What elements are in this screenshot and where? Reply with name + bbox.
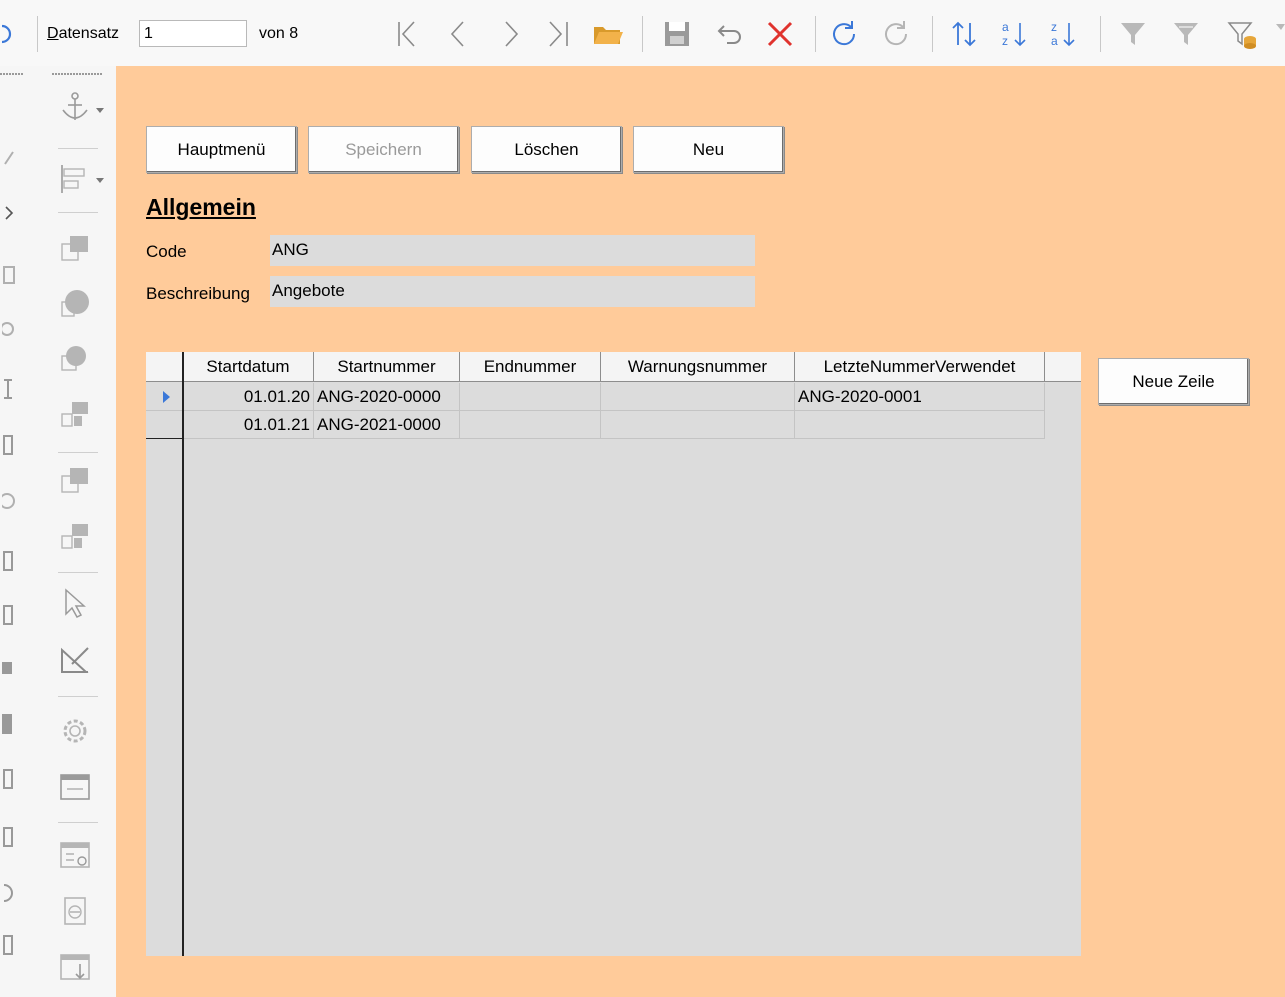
new-record-folder-icon[interactable] bbox=[592, 18, 624, 50]
grid-header: Startdatum Startnummer Endnummer Warnung… bbox=[146, 352, 1081, 383]
previous-record-icon[interactable] bbox=[443, 18, 475, 50]
last-record-icon[interactable] bbox=[542, 18, 574, 50]
anchor-icon[interactable] bbox=[58, 90, 92, 124]
bring-to-front-icon[interactable] bbox=[58, 232, 92, 266]
edge-text-icon[interactable] bbox=[2, 378, 16, 400]
svg-text:a: a bbox=[1051, 34, 1058, 48]
refresh-control-icon[interactable] bbox=[880, 18, 912, 50]
grid-cell[interactable] bbox=[601, 383, 795, 411]
record-label-text: atensatz bbox=[58, 25, 120, 42]
code-label: Code bbox=[146, 242, 187, 261]
grid-cell[interactable] bbox=[460, 411, 601, 439]
undo-icon[interactable] bbox=[713, 18, 745, 50]
toolbar-grip-icon bbox=[52, 73, 102, 75]
grid-cell[interactable] bbox=[795, 411, 1045, 439]
control-properties-gear-icon[interactable] bbox=[58, 714, 92, 748]
svg-text:a: a bbox=[1002, 20, 1009, 34]
next-record-icon[interactable] bbox=[494, 18, 526, 50]
sort-ascending-icon[interactable]: a z bbox=[999, 18, 1031, 50]
record-label: Datensatz bbox=[47, 25, 119, 43]
grid-cell[interactable] bbox=[601, 411, 795, 439]
grid-corner bbox=[146, 352, 183, 382]
row-selector[interactable] bbox=[146, 383, 183, 411]
design-mode-icon[interactable] bbox=[58, 644, 92, 678]
send-to-back-icon[interactable] bbox=[58, 342, 92, 376]
tab-order-icon[interactable] bbox=[58, 894, 92, 928]
code-field[interactable]: ANG bbox=[270, 235, 755, 266]
edge-listbox-icon[interactable] bbox=[2, 434, 16, 456]
row-header-divider bbox=[182, 352, 184, 956]
edge-checkbox-icon[interactable] bbox=[2, 264, 16, 286]
column-header-filler bbox=[1045, 352, 1081, 382]
column-header[interactable]: Startnummer bbox=[314, 352, 460, 382]
svg-text:z: z bbox=[1051, 20, 1057, 34]
sort-descending-icon[interactable]: z a bbox=[1048, 18, 1080, 50]
grid-cell[interactable]: 01.01.20 bbox=[183, 383, 314, 411]
anchor-dropdown-icon[interactable] bbox=[96, 108, 104, 114]
svg-text:z: z bbox=[1002, 34, 1008, 48]
edge-pen-icon[interactable] bbox=[2, 148, 16, 170]
edge-currency-icon[interactable] bbox=[2, 934, 16, 956]
new-button[interactable]: Neu bbox=[633, 126, 784, 173]
select-pointer-icon[interactable] bbox=[58, 586, 92, 620]
main-menu-button[interactable]: Hauptmenü bbox=[146, 126, 297, 173]
edge-radio-icon[interactable] bbox=[2, 318, 16, 340]
navigation-toolbar: Datensatz von 8 bbox=[0, 0, 1285, 67]
grid-cell[interactable]: ANG-2021-0000 bbox=[314, 411, 460, 439]
record-label-accelerator: D bbox=[47, 25, 59, 42]
numbering-grid[interactable]: Startdatum Startnummer Endnummer Warnung… bbox=[146, 352, 1081, 956]
new-row-button[interactable]: Neue Zeile bbox=[1098, 358, 1249, 405]
toolbar-grip-icon bbox=[0, 73, 24, 75]
edge-field-icon[interactable] bbox=[2, 604, 16, 626]
bring-forward-icon[interactable] bbox=[58, 464, 92, 498]
column-header[interactable]: Startdatum bbox=[183, 352, 314, 382]
save-icon[interactable] bbox=[661, 18, 693, 50]
current-row-arrow-icon bbox=[163, 391, 170, 403]
grid-cell[interactable]: ANG-2020-0000 bbox=[314, 383, 460, 411]
grid-cell[interactable]: ANG-2020-0001 bbox=[795, 383, 1045, 411]
align-icon[interactable] bbox=[58, 162, 92, 196]
group-icon[interactable] bbox=[58, 398, 92, 432]
column-header[interactable]: Warnungsnummer bbox=[601, 352, 795, 382]
more-tools-icon[interactable] bbox=[1276, 22, 1285, 36]
first-record-icon[interactable] bbox=[392, 18, 424, 50]
sort-icon[interactable] bbox=[948, 18, 980, 50]
edge-chevron-icon[interactable] bbox=[2, 202, 16, 224]
save-button[interactable]: Speichern bbox=[308, 126, 459, 173]
form-navigator-icon[interactable] bbox=[58, 838, 92, 872]
autofilter-icon[interactable] bbox=[1117, 18, 1149, 50]
record-count: von 8 bbox=[259, 25, 299, 42]
refresh-icon[interactable] bbox=[828, 18, 860, 50]
form-canvas: Hauptmenü Speichern Löschen Neu Allgemei… bbox=[116, 66, 1285, 997]
form-properties-icon[interactable] bbox=[58, 770, 92, 804]
edge-option-icon[interactable] bbox=[2, 490, 16, 512]
description-label: Beschreibung bbox=[146, 284, 250, 303]
delete-icon[interactable] bbox=[764, 18, 796, 50]
edge-image-icon[interactable] bbox=[2, 656, 16, 678]
ungroup-icon[interactable] bbox=[58, 520, 92, 554]
add-field-icon[interactable] bbox=[58, 950, 92, 984]
standard-filter-icon[interactable] bbox=[1170, 18, 1202, 50]
delete-button[interactable]: Löschen bbox=[471, 126, 622, 173]
column-header[interactable]: LetzteNummerVerwendet bbox=[795, 352, 1045, 382]
edge-numeric-icon[interactable] bbox=[2, 882, 16, 904]
edge-combobox-icon[interactable] bbox=[2, 550, 16, 572]
edge-date-icon[interactable] bbox=[2, 768, 16, 790]
form-design-toolbar bbox=[0, 66, 116, 997]
record-number-input[interactable] bbox=[139, 20, 247, 47]
circle-shape-icon[interactable] bbox=[58, 286, 92, 320]
grid-cell[interactable] bbox=[460, 383, 601, 411]
align-dropdown-icon[interactable] bbox=[96, 178, 104, 184]
description-field[interactable]: Angebote bbox=[270, 276, 755, 307]
form-control-icon[interactable] bbox=[0, 24, 12, 44]
section-heading: Allgemein bbox=[146, 194, 256, 220]
row-selector[interactable] bbox=[146, 411, 183, 439]
column-header[interactable]: Endnummer bbox=[460, 352, 601, 382]
edge-image-button-icon[interactable] bbox=[2, 712, 16, 734]
edge-time-icon[interactable] bbox=[2, 826, 16, 848]
grid-cell[interactable]: 01.01.21 bbox=[183, 411, 314, 439]
apply-filter-icon[interactable] bbox=[1226, 18, 1258, 50]
